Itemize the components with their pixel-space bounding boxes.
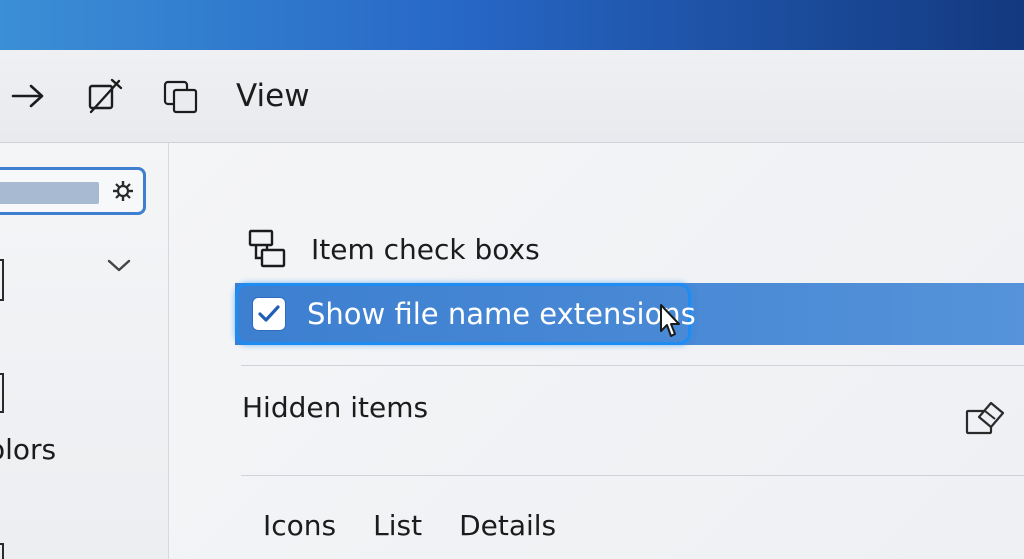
arrow-right-icon <box>11 84 44 108</box>
menu-item-show-file-name-extensions[interactable]: Show file name extensions <box>253 289 696 339</box>
toggle-visibility-icon[interactable] <box>963 395 1007 439</box>
nav-item-icon[interactable] <box>0 373 4 413</box>
checkmark-icon <box>258 305 280 322</box>
file-explorer-window: View olors <box>0 0 1024 559</box>
nav-item-label[interactable]: olors <box>0 433 56 466</box>
menu-divider <box>241 365 1024 366</box>
view-label: View <box>236 78 310 114</box>
item-checkbox-icon <box>248 229 286 268</box>
chevron-down-icon[interactable] <box>106 255 132 275</box>
navigation-pane: olors <box>0 143 169 559</box>
menu-item-label: Hidden items <box>242 390 429 424</box>
search-input[interactable] <box>0 182 99 204</box>
rename-icon <box>88 78 123 114</box>
layout-icons[interactable]: Icons <box>263 509 336 542</box>
menu-item-item-check-boxes[interactable]: Item check boxs <box>247 225 540 273</box>
menu-divider <box>241 475 1024 476</box>
nav-item-icon[interactable] <box>0 543 4 559</box>
forward-button[interactable] <box>6 76 50 116</box>
mouse-pointer-icon <box>660 304 680 337</box>
title-bar <box>0 0 1024 50</box>
menu-item-label: Show file name extensions <box>307 297 696 331</box>
copy-path-icon <box>163 80 198 114</box>
view-menu-button[interactable]: View <box>228 72 318 120</box>
copy-path-button[interactable] <box>158 74 204 118</box>
gear-icon[interactable] <box>111 178 135 204</box>
search-box[interactable] <box>0 167 146 215</box>
menu-item-label: Item check boxs <box>311 232 540 266</box>
view-dropdown-menu: Item check boxs Show file name extension… <box>169 143 1024 559</box>
layout-list[interactable]: List <box>373 509 422 542</box>
extensions-checkbox[interactable] <box>253 298 285 330</box>
rename-button[interactable] <box>82 74 128 118</box>
menu-item-hidden-items[interactable]: Hidden items <box>242 383 428 431</box>
command-bar: View <box>0 50 1024 143</box>
layout-details[interactable]: Details <box>459 509 556 542</box>
layout-options: Icons List Details <box>263 509 556 542</box>
nav-item-icon[interactable] <box>0 259 4 301</box>
